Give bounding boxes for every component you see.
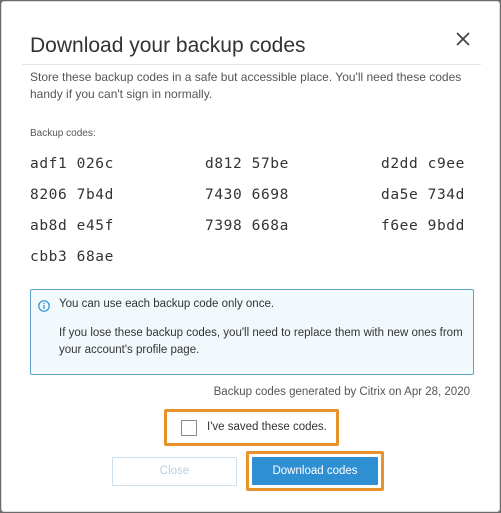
download-codes-button[interactable]: Download codes [252, 457, 378, 485]
info-replace-text: If you lose these backup codes, you'll n… [59, 327, 463, 356]
info-once-text: You can use each backup code only once. [59, 298, 275, 310]
generated-by-text: Backup codes generated by Citrix on Apr … [213, 386, 470, 398]
download-highlight: Download codes [246, 451, 384, 491]
close-icon[interactable] [452, 28, 474, 50]
info-icon [38, 299, 50, 312]
saved-codes-confirmation: I've saved these codes. [164, 409, 339, 446]
saved-codes-label[interactable]: I've saved these codes. [207, 421, 327, 433]
backup-code: adf1 026c [30, 156, 114, 172]
backup-code: 7430 6698 [205, 187, 289, 203]
backup-code: d2dd c9ee [381, 156, 465, 172]
backup-code: f6ee 9bdd [381, 218, 465, 234]
backup-code: da5e 734d [381, 187, 465, 203]
saved-codes-checkbox[interactable] [181, 420, 197, 436]
close-button[interactable]: Close [112, 457, 237, 486]
backup-codes-dialog: Download your backup codes Store these b… [1, 1, 500, 512]
header-divider [22, 64, 481, 65]
backup-code: ab8d e45f [30, 218, 114, 234]
codes-label: Backup codes: [30, 128, 96, 139]
backup-code: 8206 7b4d [30, 187, 114, 203]
backup-code: d812 57be [205, 156, 289, 172]
intro-text: Store these backup codes in a safe but a… [30, 70, 462, 101]
backup-code: cbb3 68ae [30, 249, 114, 265]
dialog-title: Download your backup codes [30, 34, 306, 57]
info-box: You can use each backup code only once. … [30, 289, 474, 375]
backup-code: 7398 668a [205, 218, 289, 234]
